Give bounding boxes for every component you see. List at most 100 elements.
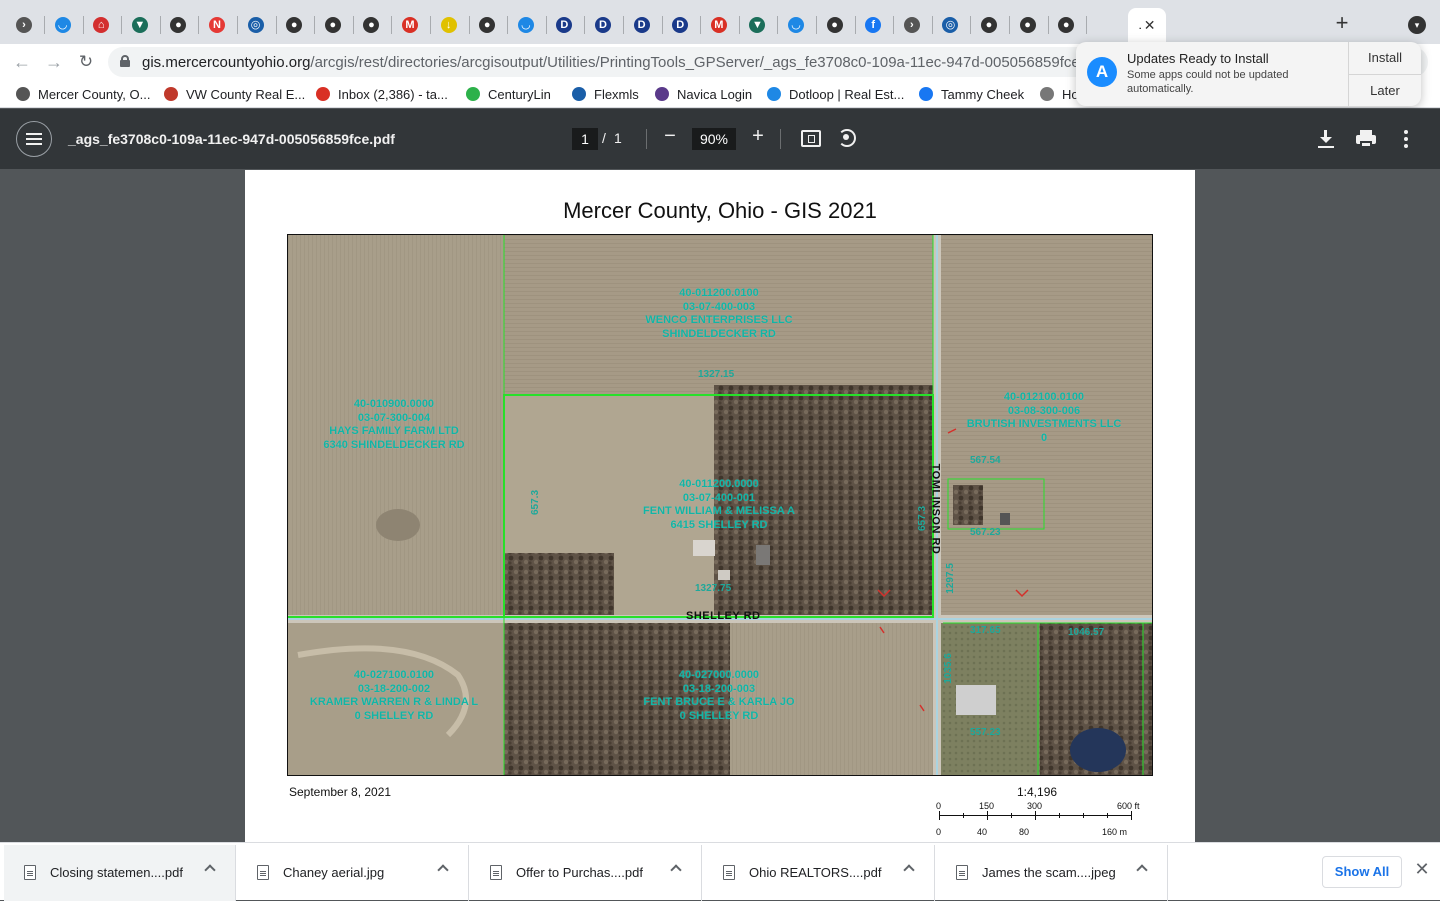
browser-tab[interactable]: ● (276, 8, 312, 42)
url-text[interactable]: gis.mercercountyohio.org/arcgis/rest/dir… (142, 54, 1092, 71)
browser-tab[interactable]: ⌂ (83, 8, 119, 42)
active-tab[interactable]: . ✕ (1128, 8, 1166, 42)
pdf-filename: _ags_fe3708c0-109a-11ec-947d-005056859fc… (68, 131, 395, 147)
download-item[interactable]: James the scam....jpeg (936, 845, 1168, 901)
chevron-up-icon[interactable] (1136, 864, 1148, 876)
close-shelf-icon[interactable]: ✕ (1412, 859, 1432, 880)
bookmark-favicon-icon (316, 87, 330, 101)
active-tab-label: . (1138, 18, 1142, 32)
browser-tab[interactable]: ▼ (122, 8, 158, 42)
browser-tab[interactable]: M (392, 8, 428, 42)
browser-tab[interactable]: ↓ (431, 8, 467, 42)
download-icon[interactable] (1316, 129, 1336, 149)
bookmark-item[interactable]: Navica Login (655, 85, 752, 103)
back-button[interactable]: ← (10, 50, 34, 74)
bookmark-item[interactable]: VW County Real E... (164, 85, 305, 103)
file-icon (257, 865, 269, 880)
browser-tab[interactable]: › (6, 8, 42, 42)
chevron-up-icon[interactable] (903, 864, 915, 876)
browser-tab[interactable]: ● (1048, 8, 1084, 42)
bookmark-item[interactable]: Dotloop | Real Est... (767, 85, 904, 103)
browser-tab[interactable]: D (624, 8, 660, 42)
menu-button[interactable] (16, 121, 52, 157)
bookmark-item[interactable]: Ho (1040, 85, 1079, 103)
browser-tab[interactable]: ● (1010, 8, 1046, 42)
browser-tab[interactable]: D (662, 8, 698, 42)
road-label-tomlinson: TOMLINSON RD (929, 463, 942, 555)
fit-to-page-icon[interactable] (801, 130, 821, 147)
file-icon (956, 865, 968, 880)
browser-tab[interactable]: ◡ (508, 8, 544, 42)
browser-tab[interactable]: ● (817, 8, 853, 42)
download-item[interactable]: Chaney aerial.jpg (237, 845, 469, 901)
close-tab-icon[interactable]: ✕ (1144, 17, 1156, 34)
parcel-label-hays: 40-010900.0000 03-07-300-004 HAYS FAMILY F… (323, 398, 465, 451)
dx-icon: D (672, 17, 689, 33)
chevron-up-icon[interactable] (670, 864, 682, 876)
more-options-icon[interactable] (1400, 129, 1412, 149)
smile-icon: ◡ (54, 17, 71, 33)
chevron-up-icon[interactable] (204, 864, 216, 876)
file-icon (24, 865, 36, 880)
download-item[interactable]: Closing statemen....pdf (4, 845, 236, 901)
tab-search-icon[interactable]: ▾ (1408, 16, 1426, 34)
bookmark-label: Mercer County, O... (38, 86, 151, 102)
smile-icon: ◡ (517, 17, 534, 33)
browser-tab[interactable]: ● (469, 8, 505, 42)
browser-tab[interactable]: ◎ (932, 8, 968, 42)
download-item[interactable]: Offer to Purchas....pdf (470, 845, 702, 901)
browser-tab[interactable]: ● (353, 8, 389, 42)
globe-icon: ● (1019, 17, 1036, 33)
page-number-input[interactable]: 1 (572, 128, 598, 150)
browser-tab[interactable]: D (546, 8, 582, 42)
browser-tab[interactable]: ◡ (778, 8, 814, 42)
dimension-label: 317.65 (970, 625, 1001, 636)
reload-button[interactable]: ↻ (74, 50, 98, 74)
facebook-icon: f (865, 17, 882, 33)
bookmark-item[interactable]: Tammy Cheek (919, 85, 1024, 103)
new-tab-button[interactable]: + (1330, 12, 1354, 34)
browser-tab[interactable]: N (199, 8, 235, 42)
pdf-page: Mercer County, Ohio - GIS 2021 40-011200… (245, 170, 1195, 842)
downloads-shelf: Show All ✕ Closing statemen....pdf Chaney… (0, 842, 1440, 901)
browser-tab[interactable]: ● (971, 8, 1007, 42)
rotate-icon[interactable] (838, 129, 856, 147)
bookmark-favicon-icon (767, 87, 781, 101)
zoom-out-button[interactable]: − (662, 125, 678, 148)
notification-title: Updates Ready to Install (1127, 51, 1269, 66)
browser-tab[interactable]: ● (315, 8, 351, 42)
zoom-input[interactable]: 90% (692, 128, 736, 150)
bookmark-label: VW County Real E... (186, 86, 306, 102)
show-all-button[interactable]: Show All (1322, 856, 1402, 888)
bookmark-item[interactable]: Inbox (2,386) - ta... (316, 85, 448, 103)
browser-tab[interactable]: ◎ (238, 8, 274, 42)
browser-tab[interactable]: › (894, 8, 930, 42)
circle-arrow-icon: › (903, 17, 920, 33)
pdf-viewer[interactable]: Mercer County, Ohio - GIS 2021 40-011200… (0, 169, 1440, 842)
zoom-in-button[interactable]: + (750, 125, 766, 148)
n-icon: N (209, 17, 225, 33)
forward-button[interactable]: → (42, 50, 66, 74)
browser-tab[interactable]: D (585, 8, 621, 42)
browser-tab[interactable]: ◡ (45, 8, 81, 42)
circle-arrow-icon: › (16, 17, 32, 33)
later-button[interactable]: Later (1349, 74, 1421, 106)
print-icon[interactable] (1356, 129, 1376, 149)
chevron-up-icon[interactable] (437, 864, 449, 876)
download-filename: Chaney aerial.jpg (283, 865, 385, 880)
browser-tab[interactable]: f (855, 8, 891, 42)
parcel-label-fent-william: 40-011200.0000 03-07-400-001 FENT WILLIAM … (643, 478, 795, 531)
bookmark-item[interactable]: Flexmls (572, 85, 639, 103)
download-item[interactable]: Ohio REALTORS....pdf (703, 845, 935, 901)
browser-tab[interactable]: M (701, 8, 737, 42)
bookmark-label: Inbox (2,386) - ta... (338, 86, 448, 102)
bookmark-favicon-icon (16, 87, 30, 101)
bookmark-item[interactable]: CenturyLin (466, 85, 551, 103)
browser-tab[interactable]: ▼ (739, 8, 775, 42)
gmail-icon: M (402, 17, 418, 33)
map-pin-icon: ▼ (131, 17, 148, 33)
bookmark-item[interactable]: Mercer County, O... (16, 85, 150, 103)
install-button[interactable]: Install (1349, 42, 1421, 74)
bookmark-label: Navica Login (677, 86, 753, 102)
browser-tab[interactable]: ● (160, 8, 196, 42)
